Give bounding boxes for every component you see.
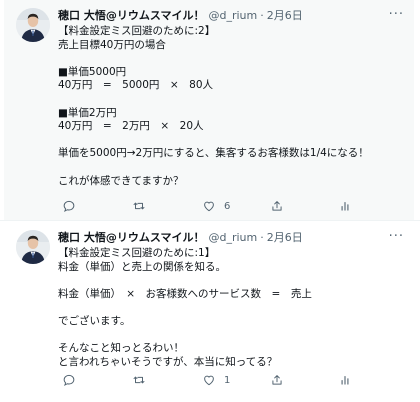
tweet-header: 穂口 大悟@リウムスマイル！ @d_rium · 2月6日 [58, 9, 404, 23]
share-button[interactable] [270, 373, 284, 387]
like-count: 6 [224, 200, 231, 212]
text-line [58, 161, 404, 175]
retweet-button[interactable] [132, 373, 154, 387]
text-line [58, 301, 404, 315]
separator: · [260, 9, 264, 22]
text-line: 料金（単価）と売上の関係を知る。 [58, 260, 226, 273]
text-line: ■単価2万円 [58, 106, 117, 119]
avatar[interactable] [16, 8, 50, 42]
retweet-button[interactable] [132, 199, 154, 213]
text-line: これが体感できてますか？ [58, 174, 184, 187]
like-count: 1 [224, 374, 231, 386]
text-line: でございます。 [58, 314, 131, 327]
like-button[interactable]: 1 [202, 373, 230, 387]
text-line: 単価を5000円→2万円にすると、集客するお客様数は1/4になる！ [58, 147, 369, 160]
avatar[interactable] [16, 230, 50, 264]
text-line [58, 329, 404, 343]
retweet-icon [133, 202, 145, 210]
share-icon [272, 375, 282, 385]
display-name[interactable]: 穂口 大悟@リウムスマイル！ [58, 9, 205, 23]
tweet-text: 【料金設定ミス回避のために:1】 料金（単価）と売上の関係を知る。 料金（単価）… [58, 247, 404, 369]
text-line: と言われちゃいそうですが、本当に知ってる？ [58, 355, 278, 368]
tweet[interactable]: 穂口 大悟@リウムスマイル！ @d_rium · 2月6日 ··· 【料金設定ミ… [4, 222, 414, 402]
reply-button[interactable] [62, 373, 84, 387]
retweet-icon [133, 376, 145, 384]
text-line: 【料金設定ミス回避のために:2】 [58, 25, 216, 37]
text-line [58, 134, 404, 148]
text-line: ■単価5000円 [58, 65, 127, 78]
separator: · [260, 231, 264, 244]
text-line: 料金（単価） × お客様数へのサービス数 = 売上 [58, 287, 312, 300]
reply-button[interactable] [62, 199, 84, 213]
like-icon [204, 375, 214, 386]
analytics-button[interactable] [338, 373, 352, 387]
text-line [58, 52, 404, 66]
tweet-text: 【料金設定ミス回避のために:2】 売上目標40万円の場合 ■単価5000円 40… [58, 25, 404, 188]
tweet-actions: 1 [62, 373, 362, 389]
analytics-icon [341, 375, 349, 385]
more-icon[interactable]: ··· [389, 7, 404, 22]
text-line [58, 93, 404, 107]
tweet-divider [0, 220, 420, 221]
more-icon[interactable]: ··· [389, 229, 404, 244]
analytics-button[interactable] [338, 199, 352, 213]
tweet-date[interactable]: 2月6日 [267, 9, 303, 23]
reply-icon [63, 374, 75, 387]
display-name[interactable]: 穂口 大悟@リウムスマイル！ [58, 231, 205, 245]
analytics-icon [341, 201, 349, 211]
tweet[interactable]: 穂口 大悟@リウムスマイル！ @d_rium · 2月6日 ··· 【料金設定ミ… [4, 0, 414, 220]
text-line: そんなこと知っとるわい！ [58, 342, 184, 355]
tweet-actions: 6 [62, 199, 362, 215]
reply-icon [63, 200, 75, 213]
text-line: 40万円 = 5000円 × 80人 [58, 79, 214, 92]
like-icon [204, 201, 214, 212]
user-handle[interactable]: @d_rium [209, 9, 258, 23]
like-button[interactable]: 6 [202, 199, 230, 213]
tweet-header: 穂口 大悟@リウムスマイル！ @d_rium · 2月6日 [58, 231, 404, 245]
text-line [58, 274, 404, 288]
share-icon [272, 201, 282, 211]
user-handle[interactable]: @d_rium [209, 231, 258, 245]
text-line: 【料金設定ミス回避のために:1】 [58, 247, 216, 259]
share-button[interactable] [270, 199, 284, 213]
tweet-date[interactable]: 2月6日 [267, 231, 303, 245]
text-line: 40万円 = 2万円 × 20人 [58, 120, 204, 133]
text-line: 売上目標40万円の場合 [58, 38, 166, 51]
